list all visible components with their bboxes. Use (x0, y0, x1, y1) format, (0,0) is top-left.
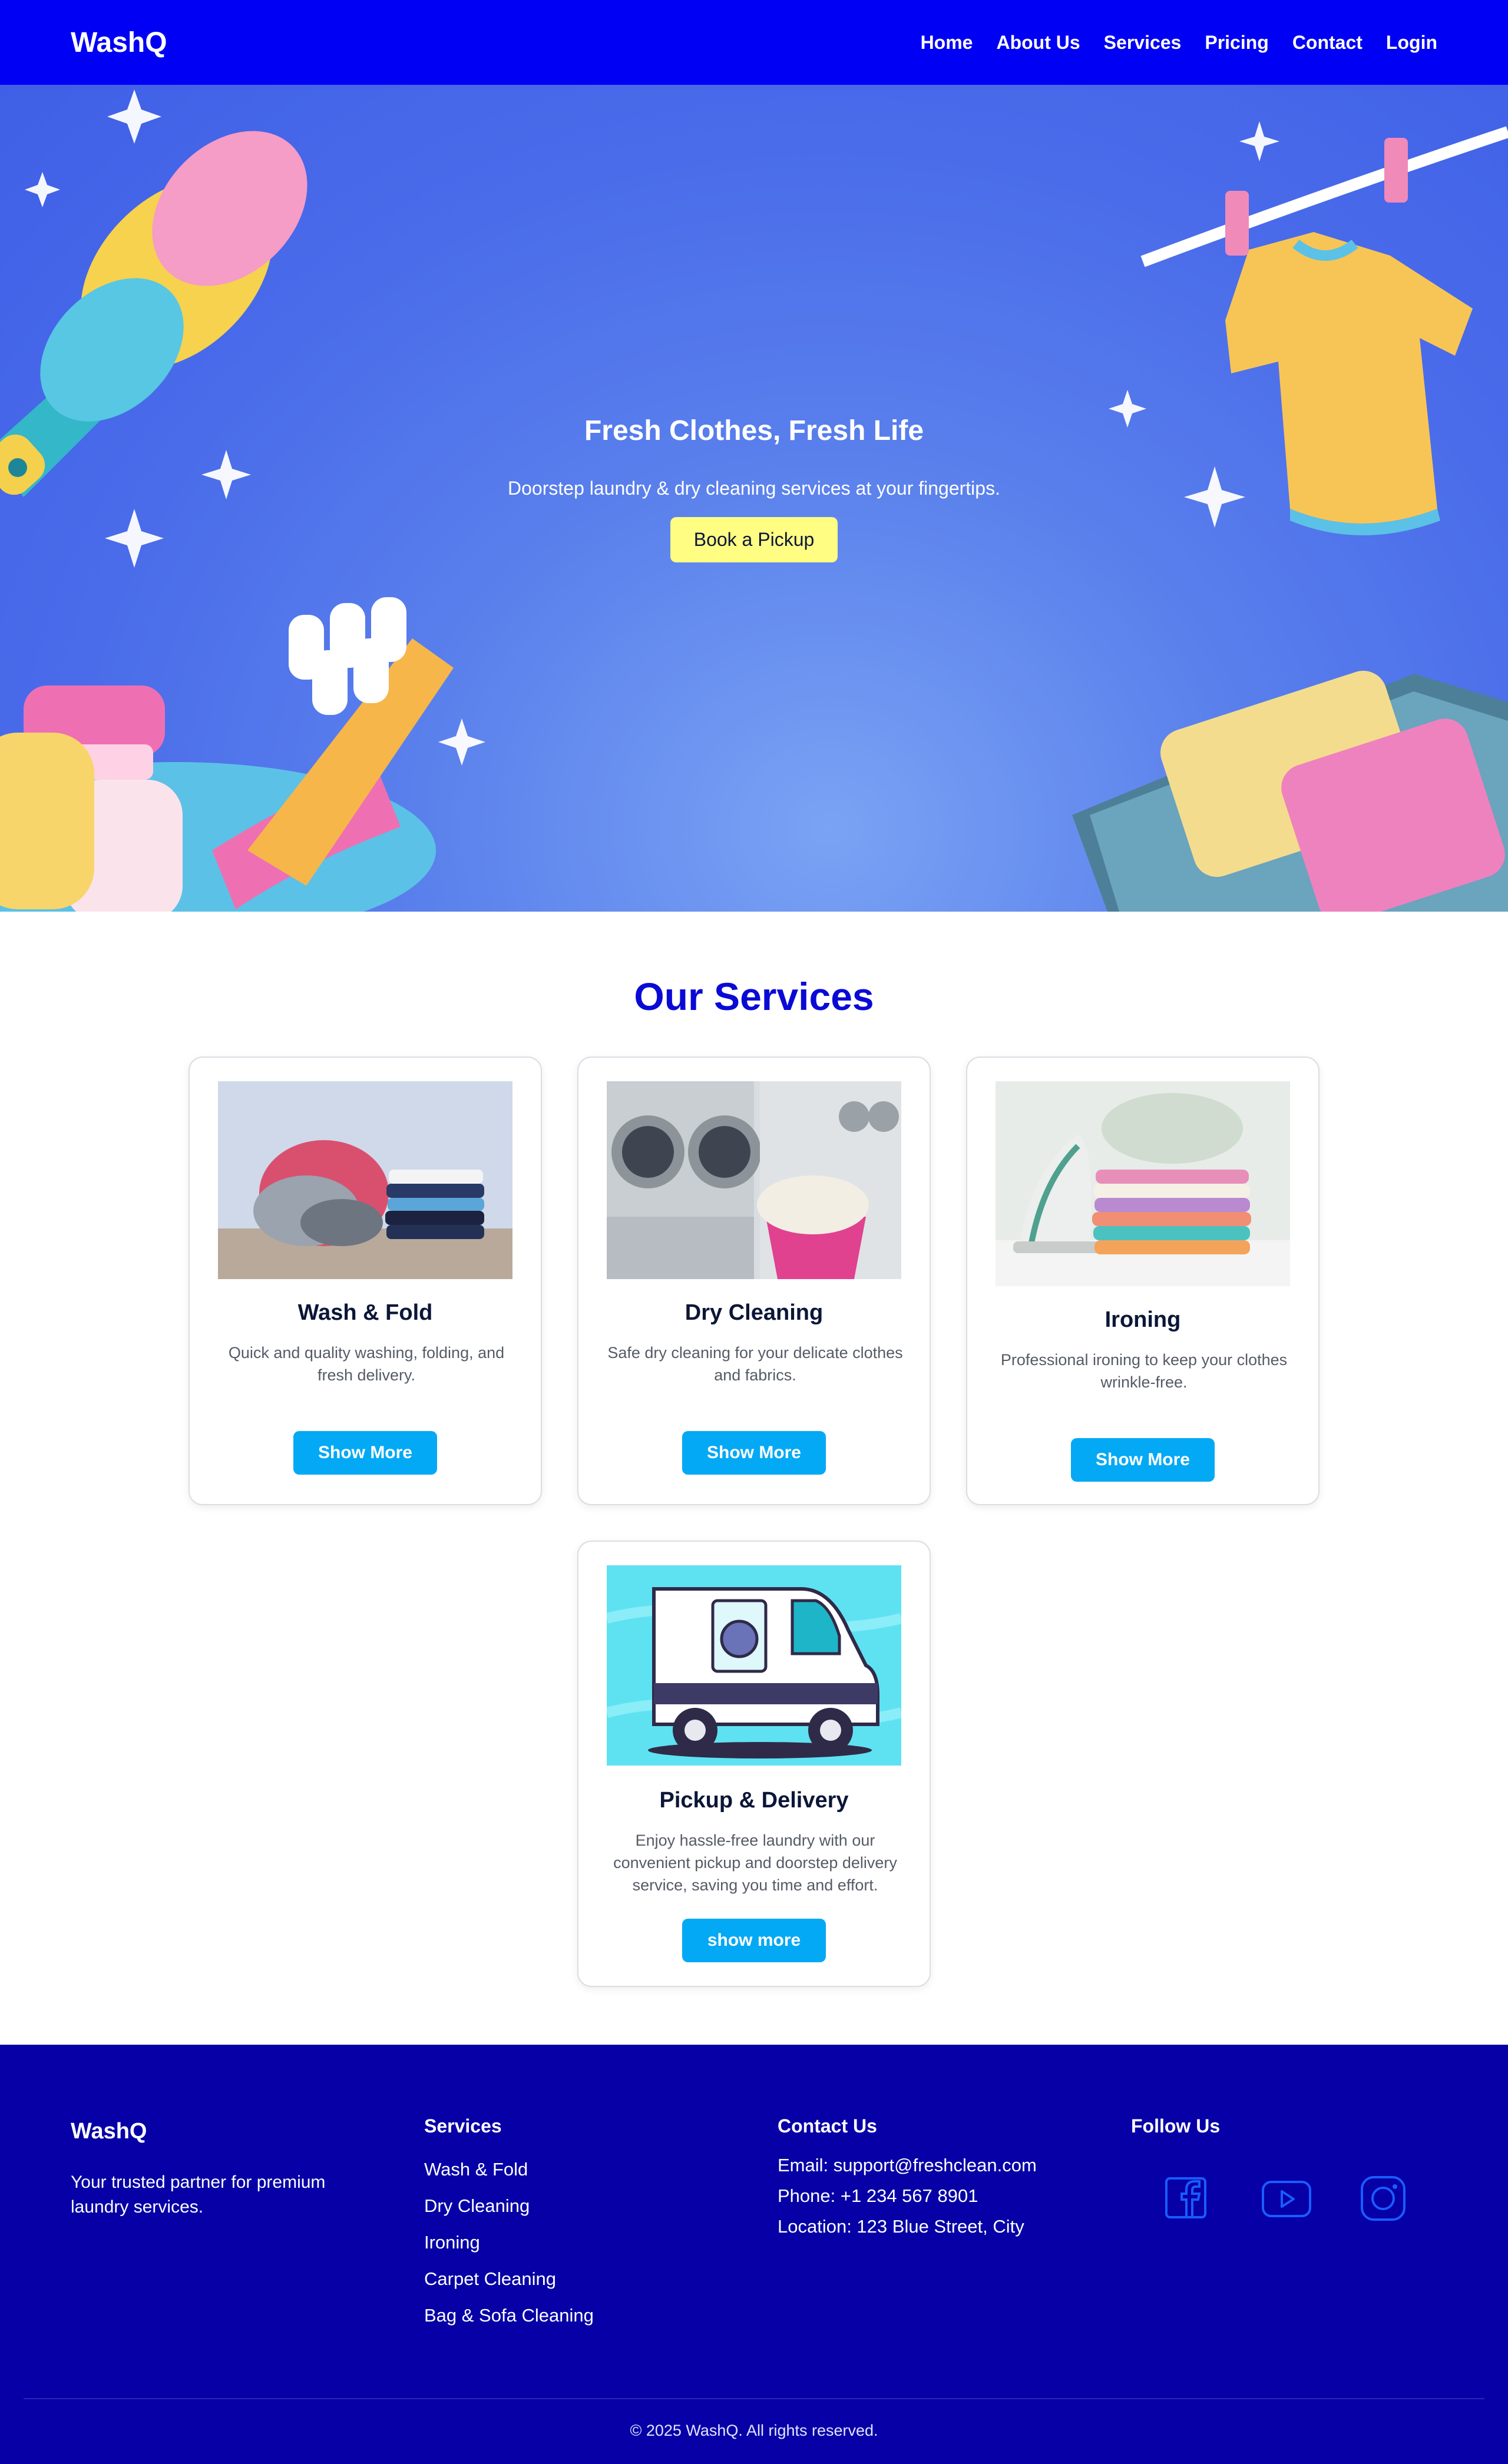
iron-and-clothes-image (996, 1081, 1290, 1286)
footer-services: Services Wash & Fold Dry Cleaning Ironin… (424, 2115, 594, 2334)
youtube-icon[interactable] (1261, 2172, 1312, 2224)
book-pickup-button[interactable]: Book a Pickup (670, 517, 838, 562)
nav-link-home[interactable]: Home (921, 32, 973, 54)
contact-phone: Phone: +1 234 567 8901 (778, 2185, 978, 2206)
nav-link-about[interactable]: About Us (996, 32, 1080, 54)
card-title: Wash & Fold (297, 1300, 433, 1325)
footer-follow-heading: Follow Us (1131, 2115, 1221, 2137)
copyright-text: © 2025 WashQ. All rights reserved. (630, 2422, 878, 2439)
footer-link-ironing[interactable]: Ironing (424, 2224, 594, 2261)
footer-services-list: Wash & Fold Dry Cleaning Ironing Carpet … (424, 2151, 594, 2334)
nav-links: Home About Us Services Pricing Contact L… (921, 32, 1437, 54)
laundry-van-image (607, 1565, 901, 1766)
card-description: Enjoy hassle-free laundry with our conve… (613, 1832, 897, 1894)
show-more-button[interactable]: Show More (293, 1431, 437, 1475)
card-title: Pickup & Delivery (659, 1788, 849, 1813)
footer-tagline: Your trusted partner for premium laundry… (71, 2172, 326, 2217)
show-more-button[interactable]: Show More (682, 1431, 826, 1475)
services-heading: Our Services (634, 975, 874, 1018)
instagram-icon[interactable] (1358, 2172, 1410, 2224)
footer-link-bag-sofa-cleaning[interactable]: Bag & Sofa Cleaning (424, 2297, 594, 2334)
laundry-basket-illustration (1072, 670, 1508, 912)
cleaning-supplies-illustration (0, 597, 454, 912)
facebook-icon[interactable] (1163, 2172, 1215, 2224)
hero-subtitle: Doorstep laundry & dry cleaning services… (508, 478, 1000, 499)
top-navbar: WashQ Home About Us Services Pricing Con… (0, 0, 1508, 85)
nav-link-login[interactable]: Login (1386, 32, 1437, 54)
site-footer: WashQ Your trusted partner for premium l… (0, 2045, 1508, 2464)
nav-link-contact[interactable]: Contact (1292, 32, 1363, 54)
hero-banner: Fresh Clothes, Fresh Life Doorstep laund… (0, 85, 1508, 912)
laundromat-image (607, 1081, 901, 1279)
footer-contact: Contact Us Email: support@freshclean.com… (778, 2115, 1037, 2242)
footer-brand: WashQ (71, 2119, 147, 2144)
footer-contact-heading: Contact Us (778, 2115, 877, 2137)
service-card-wash-fold: Wash & Fold Quick and quality washing, f… (188, 1057, 542, 1505)
footer-contact-info: Email: support@freshclean.com Phone: +1 … (778, 2150, 1037, 2242)
social-links (1131, 2172, 1410, 2224)
footer-about: WashQ Your trusted partner for premium l… (71, 2115, 377, 2220)
card-description: Safe dry cleaning for your delicate clot… (607, 1344, 903, 1384)
show-more-button[interactable]: Show More (1071, 1438, 1215, 1482)
footer-services-heading: Services (424, 2115, 502, 2137)
card-description: Professional ironing to keep your clothe… (1000, 1351, 1288, 1391)
footer-divider (24, 2398, 1484, 2399)
card-description: Quick and quality washing, folding, and … (228, 1344, 505, 1384)
nav-link-pricing[interactable]: Pricing (1205, 32, 1268, 54)
service-card-dry-cleaning: Dry Cleaning Safe dry cleaning for your … (577, 1057, 931, 1505)
hero-content: Fresh Clothes, Fresh Life Doorstep laund… (0, 415, 1508, 562)
card-title: Ironing (1104, 1307, 1181, 1332)
footer-link-carpet-cleaning[interactable]: Carpet Cleaning (424, 2261, 594, 2297)
service-card-pickup-delivery: Pickup & Delivery Enjoy hassle-free laun… (577, 1541, 931, 1987)
contact-location: Location: 123 Blue Street, City (778, 2216, 1024, 2237)
footer-follow: Follow Us (1131, 2115, 1410, 2224)
service-card-ironing: Ironing Professional ironing to keep you… (966, 1057, 1320, 1505)
footer-link-wash-fold[interactable]: Wash & Fold (424, 2151, 594, 2188)
contact-email: Email: support@freshclean.com (778, 2155, 1037, 2175)
hero-title: Fresh Clothes, Fresh Life (584, 415, 924, 446)
folded-laundry-image (218, 1081, 512, 1279)
nav-link-services[interactable]: Services (1104, 32, 1182, 54)
brand-logo[interactable]: WashQ (71, 27, 167, 59)
card-title: Dry Cleaning (684, 1300, 824, 1325)
footer-link-dry-cleaning[interactable]: Dry Cleaning (424, 2188, 594, 2224)
show-more-button[interactable]: show more (682, 1919, 826, 1962)
